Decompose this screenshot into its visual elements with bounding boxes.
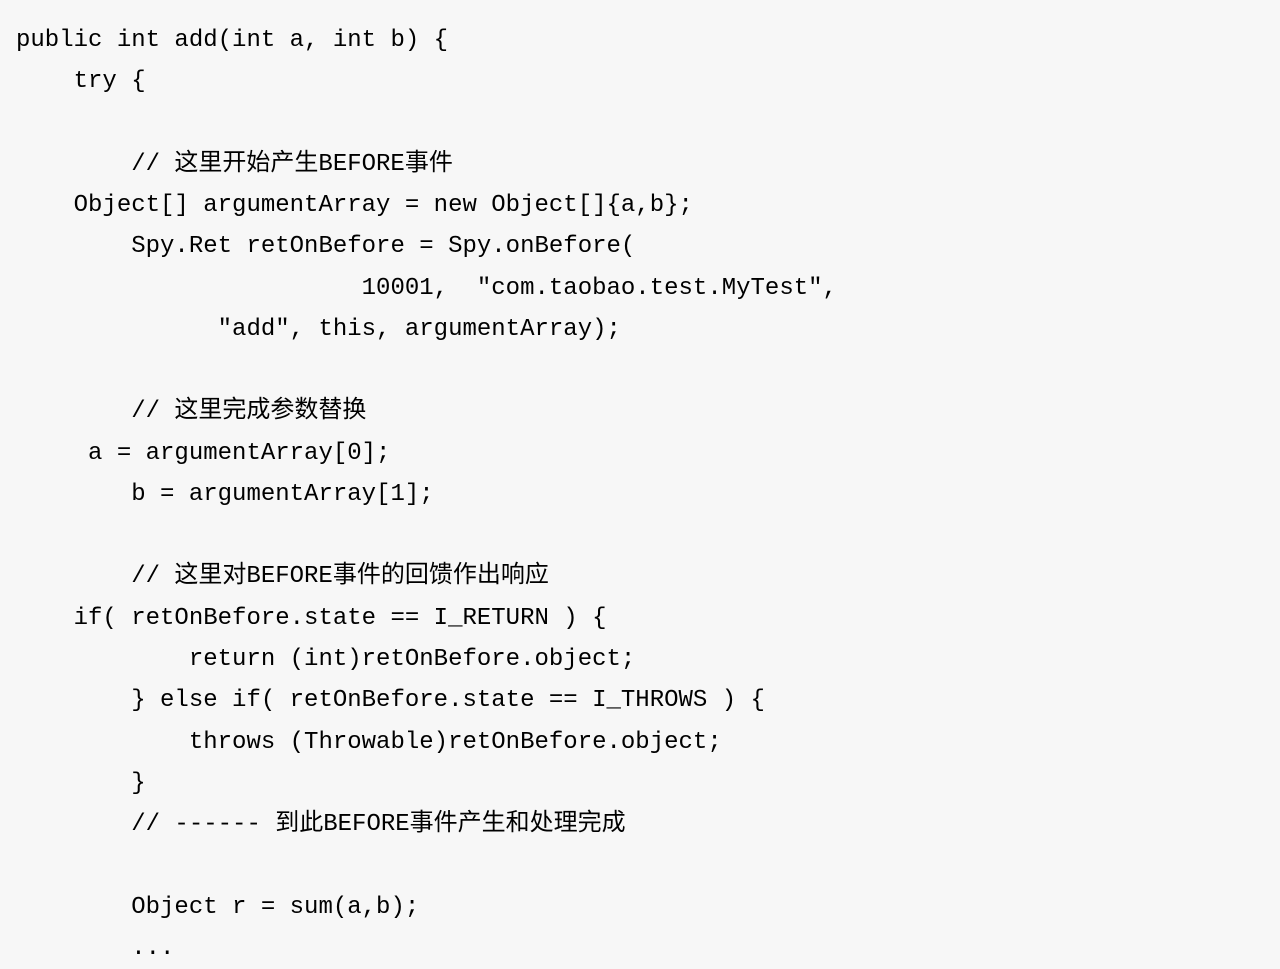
code-line: // 这里对BEFORE事件的回馈作出响应 [16, 563, 549, 590]
code-line: // ------ 到此BEFORE事件产生和处理完成 [16, 811, 626, 838]
code-line: // 这里开始产生BEFORE事件 [16, 151, 453, 178]
code-line: throws (Throwable)retOnBefore.object; [16, 729, 722, 756]
code-line: } [16, 770, 146, 797]
code-line: if( retOnBefore.state == I_RETURN ) { [16, 605, 607, 632]
code-line: // 这里完成参数替换 [16, 398, 366, 425]
code-line: } else if( retOnBefore.state == I_THROWS… [16, 687, 765, 714]
code-line: public int add(int a, int b) { [16, 27, 448, 54]
code-line: a = argumentArray[0]; [16, 440, 390, 467]
code-line: 10001, "com.taobao.test.MyTest", [16, 275, 837, 302]
code-line: ... [16, 935, 174, 962]
code-line: Object r = sum(a,b); [16, 894, 419, 921]
code-line: Spy.Ret retOnBefore = Spy.onBefore( [16, 233, 635, 260]
code-line: Object[] argumentArray = new Object[]{a,… [16, 192, 693, 219]
code-snippet: public int add(int a, int b) { try { // … [16, 20, 1264, 969]
code-line: "add", this, argumentArray); [16, 316, 621, 343]
code-line: return (int)retOnBefore.object; [16, 646, 635, 673]
code-line: b = argumentArray[1]; [16, 481, 434, 508]
code-line: try { [16, 68, 146, 95]
